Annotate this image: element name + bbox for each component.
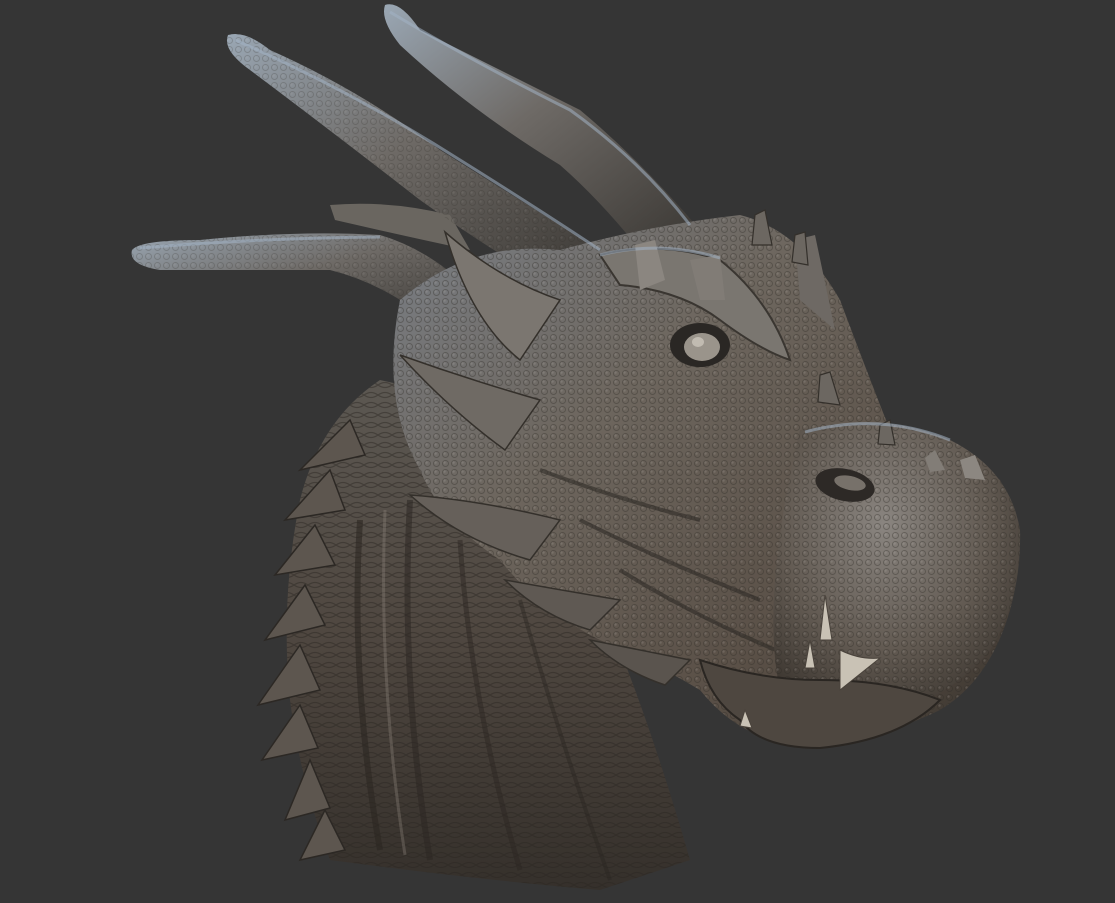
dragon-head-render: [131, 4, 1021, 890]
sculpt-viewport[interactable]: [0, 0, 1115, 903]
snout: [773, 422, 1021, 716]
eye: [670, 323, 730, 367]
